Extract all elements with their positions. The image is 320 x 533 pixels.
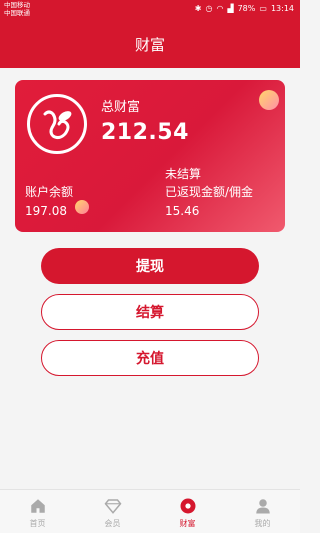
battery-level: 78% <box>237 4 256 13</box>
status-bar: 中国移动 中国联通 ✱ ◷ ◠ ▟ 78% ▭ 13:14 <box>0 0 300 20</box>
total-wealth-value: 212.54 <box>101 120 189 145</box>
account-balance-value: 197.08 <box>25 204 67 218</box>
home-icon <box>30 499 45 513</box>
page-title: 财富 <box>134 35 165 54</box>
bottom-tab-bar: 首页 会员 财富 我的 <box>0 489 300 533</box>
carrier-info: 中国移动 中国联通 <box>4 1 30 17</box>
unsettled-label: 未结算 <box>165 167 202 181</box>
user-icon <box>255 499 270 514</box>
wealth-card: 总财富 212.54 未结算 账户余额 197.08 已返现金额/佣金 15.4… <box>15 80 285 232</box>
decorative-orb <box>259 90 279 110</box>
signal-icon: ▟ <box>227 4 234 13</box>
tab-label: 我的 <box>254 519 271 528</box>
alarm-icon: ◷ <box>205 4 213 13</box>
tab-label: 首页 <box>29 519 46 528</box>
status-indicators: ✱ ◷ ◠ ▟ 78% ▭ 13:14 <box>195 4 294 13</box>
brand-logo-icon <box>27 94 87 154</box>
tab-wealth[interactable]: 财富 <box>150 490 225 533</box>
recharge-button[interactable]: 充值 <box>41 340 259 376</box>
decorative-orb <box>75 200 89 214</box>
tab-label: 会员 <box>104 519 121 528</box>
tab-label: 财富 <box>179 519 196 528</box>
account-balance-label: 账户余额 <box>25 185 74 199</box>
total-wealth-label: 总财富 <box>101 100 141 115</box>
withdraw-button[interactable]: 提现 <box>41 248 259 284</box>
settle-button[interactable]: 结算 <box>41 294 259 330</box>
carrier-1: 中国移动 <box>4 1 30 9</box>
cashback-commission-label: 已返现金额/佣金 <box>165 185 254 199</box>
tab-member[interactable]: 会员 <box>75 490 150 533</box>
header: 财富 <box>0 20 300 68</box>
cashback-commission-value: 15.46 <box>165 204 200 218</box>
bluetooth-icon: ✱ <box>194 4 202 13</box>
diamond-icon <box>104 499 121 514</box>
carrier-2: 中国联通 <box>4 9 30 17</box>
tab-home[interactable]: 首页 <box>0 490 75 533</box>
wifi-icon: ◠ <box>216 4 224 13</box>
clock: 13:14 <box>270 4 294 13</box>
wealth-icon <box>180 498 195 514</box>
battery-icon: ▭ <box>259 4 267 13</box>
tab-mine[interactable]: 我的 <box>225 490 300 533</box>
